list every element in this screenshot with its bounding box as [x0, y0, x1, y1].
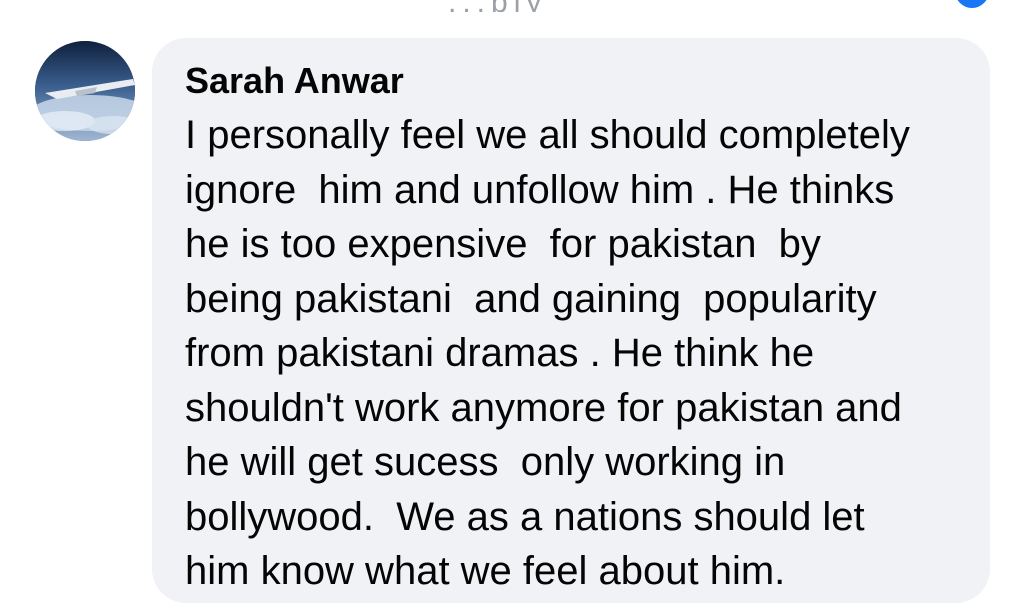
comment-line: he is too expensive for pakistan by: [185, 222, 821, 266]
comment-text: I personally feel we all should complete…: [185, 108, 960, 599]
avatar[interactable]: [35, 41, 135, 141]
comment-line: he will get sucess only working in: [185, 440, 786, 484]
comment-screen: ...ply Sarah Anwar I personally feel we …: [0, 0, 1024, 613]
comment-line: him know what we feel about him.: [185, 549, 786, 593]
comment-line: ignore him and unfollow him . He thinks: [185, 167, 895, 212]
comment-line: from pakistani dramas . He think he: [185, 331, 815, 375]
comment-line: bollywood. We as a nations should let: [185, 494, 865, 539]
reaction-icon[interactable]: [955, 0, 989, 8]
comment-line: being pakistani and gaining popularity: [185, 276, 877, 321]
comment-author-name[interactable]: Sarah Anwar: [185, 60, 960, 102]
previous-comment-fragment: ...ply: [0, 0, 1024, 12]
comment-bubble: Sarah Anwar I personally feel we all sho…: [152, 38, 990, 603]
comment-line: shouldn't work anymore for pakistan and: [185, 385, 902, 430]
comment-line: I personally feel we all should complete…: [185, 113, 910, 157]
reply-link-fragment[interactable]: ...ply: [448, 0, 547, 12]
avatar-photo-icon: [35, 41, 135, 141]
